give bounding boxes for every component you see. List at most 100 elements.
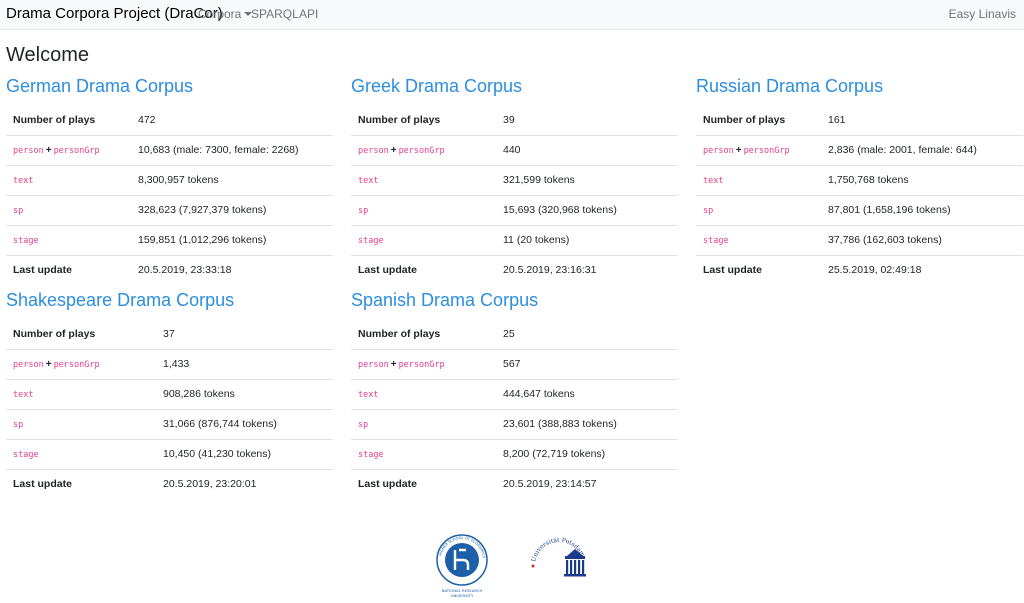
code-label: sp — [703, 206, 714, 216]
code-label: sp — [13, 420, 24, 430]
corpus-title-link[interactable]: German Drama Corpus — [6, 75, 333, 98]
table-row: person + personGrp 567 — [351, 348, 678, 379]
row-value: 1,750,768 tokens — [821, 164, 1023, 195]
table-row: Number of plays 161 — [696, 105, 1023, 135]
row-label: stage — [6, 224, 131, 255]
corpus-card-german: German Drama Corpus Number of plays 472 p… — [6, 75, 333, 285]
row-value: 444,647 tokens — [496, 378, 678, 409]
table-row: person + personGrp 440 — [351, 134, 678, 165]
code-label: stage — [13, 450, 39, 460]
plus-sign: + — [390, 145, 397, 156]
code-label: personGrp — [398, 360, 445, 370]
navbar: Drama Corpora Project (DraCor) Corpora S… — [0, 0, 1024, 30]
row-value: 23,601 (388,883 tokens) — [496, 408, 678, 439]
row-value: 11 (20 tokens) — [496, 224, 678, 255]
corpus-stats-table: Number of plays 25 person + personGrp 567 te… — [351, 319, 678, 499]
row-label: person + personGrp — [6, 134, 131, 165]
row-label: stage — [351, 438, 496, 469]
plus-sign: + — [735, 145, 742, 156]
code-label: text — [703, 176, 724, 186]
table-row: text 908,286 tokens — [6, 378, 333, 409]
row-label: person + personGrp — [351, 134, 496, 165]
row-label: sp — [696, 194, 821, 225]
row-value: 20.5.2019, 23:16:31 — [496, 254, 678, 285]
corpus-title-link[interactable]: Shakespeare Drama Corpus — [6, 289, 333, 312]
corpus-card-greek: Greek Drama Corpus Number of plays 39 per… — [351, 75, 678, 285]
row-value: 20.5.2019, 23:33:18 — [131, 254, 333, 285]
table-row: text 321,599 tokens — [351, 164, 678, 195]
corpus-stats-table: Number of plays 161 person + personGrp 2,836… — [696, 105, 1023, 285]
easy-linavis-link[interactable]: Easy Linavis — [949, 7, 1016, 21]
code-label: personGrp — [398, 146, 445, 156]
row-label: sp — [6, 408, 156, 439]
table-row: sp 31,066 (876,744 tokens) — [6, 408, 333, 439]
brand-link[interactable]: Drama Corpora Project (DraCor) — [6, 5, 223, 22]
hse-caption-2: UNIVERSITY — [451, 593, 474, 598]
row-label: sp — [351, 408, 496, 439]
row-value: 567 — [496, 348, 678, 379]
table-row: sp 87,801 (1,658,196 tokens) — [696, 194, 1023, 225]
corpora-dropdown[interactable]: Corpora — [198, 7, 253, 21]
row-label: text — [6, 164, 131, 195]
row-label: text — [351, 378, 496, 409]
table-row: stage 8,200 (72,719 tokens) — [351, 438, 678, 469]
code-label: person — [703, 146, 734, 156]
code-label: personGrp — [53, 360, 100, 370]
page-title: Welcome — [6, 44, 89, 66]
row-label: text — [696, 164, 821, 195]
corpus-title-link[interactable]: Greek Drama Corpus — [351, 75, 678, 98]
row-value: 8,300,957 tokens — [131, 164, 333, 195]
row-label: stage — [696, 224, 821, 255]
row-label: Last update — [351, 254, 496, 285]
corpus-card-shakespeare: Shakespeare Drama Corpus Number of plays… — [6, 289, 333, 499]
row-label: Last update — [696, 254, 821, 285]
sparql-link[interactable]: SPARQL — [251, 7, 299, 21]
table-row: stage 11 (20 tokens) — [351, 224, 678, 255]
row-label: sp — [351, 194, 496, 225]
row-label: text — [351, 164, 496, 195]
table-row: Last update 20.5.2019, 23:33:18 — [6, 254, 333, 285]
row-label: Last update — [351, 468, 496, 499]
row-value: 25.5.2019, 02:49:18 — [821, 254, 1023, 285]
corpus-card-spanish: Spanish Drama Corpus Number of plays 25 p… — [351, 289, 678, 499]
row-label: person + personGrp — [6, 348, 156, 379]
code-label: sp — [358, 420, 369, 430]
table-row: Last update 20.5.2019, 23:14:57 — [351, 468, 678, 499]
table-row: sp 328,623 (7,927,379 tokens) — [6, 194, 333, 225]
row-value: 908,286 tokens — [156, 378, 333, 409]
code-label: text — [13, 390, 34, 400]
table-row: text 444,647 tokens — [351, 378, 678, 409]
row-value: 1,433 — [156, 348, 333, 379]
row-value: 87,801 (1,658,196 tokens) — [821, 194, 1023, 225]
row-value: 20.5.2019, 23:20:01 — [156, 468, 333, 499]
code-label: text — [13, 176, 34, 186]
table-row: sp 23,601 (388,883 tokens) — [351, 408, 678, 439]
row-label: text — [6, 378, 156, 409]
row-value: 440 — [496, 134, 678, 165]
api-link[interactable]: API — [299, 7, 318, 21]
row-value: 472 — [138, 113, 156, 126]
code-label: stage — [13, 236, 39, 246]
table-row: Last update 25.5.2019, 02:49:18 — [696, 254, 1023, 285]
row-value: 20.5.2019, 23:14:57 — [496, 468, 678, 499]
row-label: Number of plays — [13, 113, 96, 126]
table-row: text 8,300,957 tokens — [6, 164, 333, 195]
table-row: person + personGrp 1,433 — [6, 348, 333, 379]
potsdam-logo[interactable]: Universität Potsdam — [527, 534, 591, 598]
row-value: 15,693 (320,968 tokens) — [496, 194, 678, 225]
corpora-label: Corpora — [198, 7, 242, 21]
code-label: text — [358, 176, 379, 186]
hse-logo[interactable]: HIGHER SCHOOL OF ECONOMICS NATIONAL RESE… — [433, 534, 491, 600]
table-row: sp 15,693 (320,968 tokens) — [351, 194, 678, 225]
table-row: Last update 20.5.2019, 23:20:01 — [6, 468, 333, 499]
table-row: stage 37,786 (162,603 tokens) — [696, 224, 1023, 255]
row-label: stage — [351, 224, 496, 255]
corpus-title-link[interactable]: Russian Drama Corpus — [696, 75, 1023, 98]
row-value: 328,623 (7,927,379 tokens) — [131, 194, 333, 225]
row-label: Last update — [6, 468, 156, 499]
code-label: text — [358, 390, 379, 400]
plus-sign: + — [390, 359, 397, 370]
row-label: person + personGrp — [696, 134, 821, 165]
corpus-title-link[interactable]: Spanish Drama Corpus — [351, 289, 678, 312]
table-row: Number of plays 37 — [6, 319, 333, 349]
